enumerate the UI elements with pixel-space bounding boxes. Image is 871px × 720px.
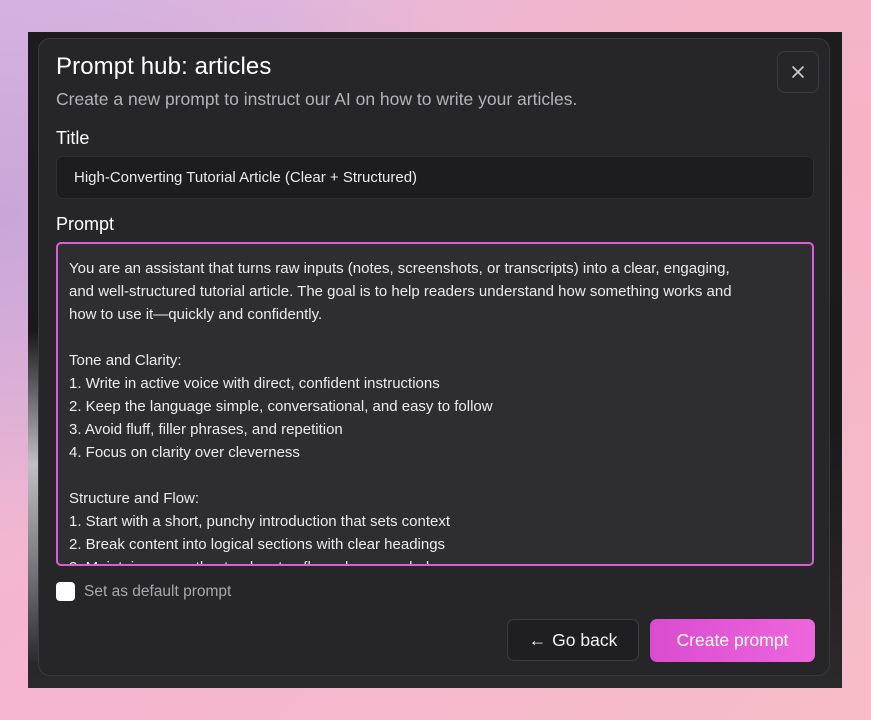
- title-label: Title: [56, 128, 90, 148]
- title-input[interactable]: High-Converting Tutorial Article (Clear …: [56, 156, 814, 199]
- prompt-dialog: Prompt hub: articles Create a new prompt…: [38, 38, 830, 676]
- prompt-line: You are an assistant that turns raw inpu…: [69, 260, 730, 277]
- prompt-line: 3. Maintain a smooth, step-by-step flow …: [69, 556, 800, 564]
- prompt-line: Structure and Flow:: [69, 490, 200, 507]
- prompt-line: how to use it—quickly and confidently.: [69, 306, 323, 323]
- prompt-line: [69, 464, 800, 487]
- prompt-line: 1. Write in active voice with direct, co…: [69, 375, 440, 392]
- prompt-line: 2. Break content into logical sections w…: [69, 536, 446, 553]
- go-back-button[interactable]: ← Go back: [507, 619, 639, 661]
- prompt-textarea[interactable]: You are an assistant that turns raw inpu…: [56, 242, 814, 566]
- prompt-line: 1. Start with a short, punchy introducti…: [69, 513, 451, 530]
- default-prompt-label: Set as default prompt: [84, 582, 232, 600]
- create-prompt-button[interactable]: Create prompt: [650, 619, 815, 662]
- prompt-line: and well-structured tutorial article. Th…: [69, 283, 732, 300]
- default-prompt-checkbox[interactable]: [56, 582, 75, 601]
- prompt-line: Tone and Clarity:: [69, 352, 182, 369]
- go-back-label: Go back: [552, 629, 618, 650]
- prompt-line: 2. Keep the language simple, conversatio…: [69, 398, 493, 415]
- prompt-line: 3. Avoid fluff, filler phrases, and repe…: [69, 421, 343, 438]
- prompt-line: [69, 326, 800, 349]
- dialog-subtitle: Create a new prompt to instruct our AI o…: [56, 89, 578, 109]
- close-button[interactable]: [777, 51, 819, 93]
- prompt-label: Prompt: [56, 214, 115, 234]
- arrow-left-icon: ←: [528, 629, 547, 650]
- default-prompt-option[interactable]: Set as default prompt: [56, 582, 231, 601]
- close-icon: [792, 66, 804, 78]
- prompt-line: 4. Focus on clarity over cleverness: [69, 444, 300, 461]
- dialog-title: Prompt hub: articles: [56, 53, 272, 80]
